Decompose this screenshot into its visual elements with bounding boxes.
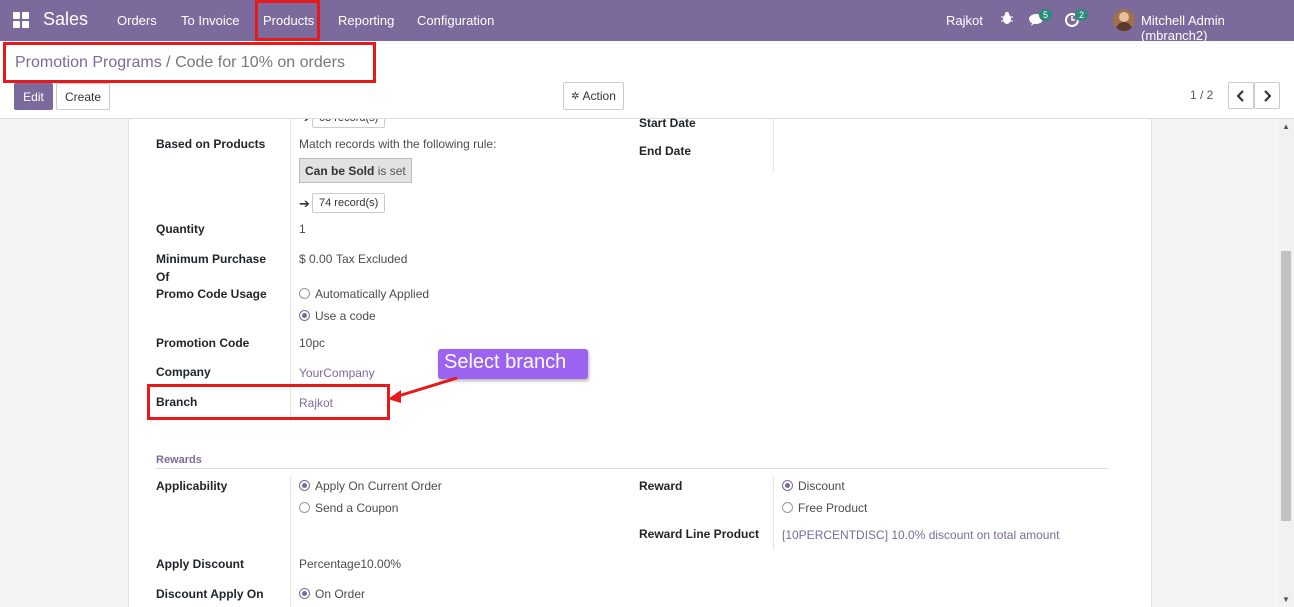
branch-switcher[interactable]: Rajkot [946, 13, 983, 28]
column-divider [290, 119, 291, 421]
apply-discount-value[interactable]: Percentage10.00% [299, 555, 401, 573]
app-title[interactable]: Sales [43, 9, 88, 30]
option-free-product[interactable]: Free Product [798, 499, 867, 517]
option-apply-current-order[interactable]: Apply On Current Order [315, 477, 442, 495]
scroll-down-icon[interactable]: ▼ [1282, 595, 1290, 604]
company-label: Company [156, 365, 211, 379]
messages-icon[interactable]: 5 [1029, 9, 1053, 29]
highlight-branch-field [147, 384, 390, 420]
user-menu[interactable]: Mitchell Admin (mbranch2) [1141, 13, 1294, 43]
reward-line-product-label: Reward Line Product [639, 527, 760, 541]
radio-discount[interactable] [782, 480, 793, 491]
vertical-scrollbar[interactable]: ▲ ▼ [1279, 119, 1294, 607]
edit-button[interactable]: Edit [14, 83, 53, 110]
highlight-breadcrumb [3, 42, 376, 83]
radio-on-order[interactable] [299, 588, 310, 599]
option-use-a-code[interactable]: Use a code [315, 307, 376, 325]
start-date-label: Start Date [639, 116, 696, 128]
menu-to-invoice[interactable]: To Invoice [181, 13, 240, 28]
scrollbar-thumb[interactable] [1281, 251, 1291, 521]
column-divider [773, 476, 774, 550]
reward-label: Reward [639, 479, 683, 493]
promo-code-usage-label: Promo Code Usage [156, 287, 267, 301]
option-on-order[interactable]: On Order [315, 585, 365, 603]
menu-orders[interactable]: Orders [117, 13, 157, 28]
action-button[interactable]: ✲ Action [563, 82, 624, 110]
pager-previous-button[interactable] [1228, 82, 1254, 109]
applicability-label: Applicability [156, 479, 228, 493]
discount-apply-on-label: Discount Apply On [156, 587, 264, 601]
action-label: Action [582, 89, 616, 103]
radio-apply-current-order[interactable] [299, 480, 310, 491]
annotation-arrow-icon [388, 376, 458, 403]
end-date-label: End Date [639, 144, 692, 158]
radio-use-a-code[interactable] [299, 310, 310, 321]
based-on-products-label: Based on Products [156, 137, 266, 151]
select-branch-callout: Select branch [438, 349, 588, 379]
chevron-left-icon [1237, 89, 1244, 102]
highlight-products-menu [255, 0, 320, 41]
pager-next-button[interactable] [1254, 82, 1280, 109]
option-automatically-applied[interactable]: Automatically Applied [315, 285, 429, 303]
chevron-right-icon [1264, 89, 1271, 102]
activities-badge: 2 [1075, 9, 1089, 21]
promotion-code-label: Promotion Code [156, 336, 250, 350]
top-records-button[interactable]: 63 record(s) [312, 119, 386, 128]
radio-send-coupon[interactable] [299, 502, 310, 513]
reward-line-product-link[interactable]: [10PERCENTDISC] 10.0% discount on total … [782, 526, 1059, 544]
rule-tag-field: Can be Sold [305, 164, 375, 178]
radio-free-product[interactable] [782, 502, 793, 513]
arrow-right-icon: ➔ [299, 119, 310, 126]
rule-tag-op: is set [377, 164, 406, 178]
option-discount[interactable]: Discount [798, 477, 845, 495]
user-avatar[interactable] [1113, 9, 1135, 31]
rewards-section-title: Rewards [156, 454, 202, 466]
quantity-label: Quantity [156, 222, 205, 236]
section-separator [156, 468, 1108, 469]
menu-reporting[interactable]: Reporting [338, 13, 394, 28]
promotion-code-value[interactable]: 10pc [299, 334, 325, 352]
menu-configuration[interactable]: Configuration [417, 13, 494, 28]
quantity-value[interactable]: 1 [299, 220, 306, 238]
records-button[interactable]: 74 record(s) [312, 193, 386, 213]
arrow-right-icon: ➔ [299, 196, 310, 211]
top-navbar: Sales Orders To Invoice Products Reporti… [0, 0, 1294, 43]
minimum-purchase-label: Minimum Purchase Of [156, 252, 267, 284]
gear-icon: ✲ [571, 90, 580, 102]
column-divider [290, 476, 291, 607]
create-button[interactable]: Create [56, 83, 110, 110]
apps-grid-icon[interactable] [13, 12, 29, 28]
pager-value[interactable]: 1 / 2 [1190, 88, 1213, 102]
tax-mode[interactable]: Tax Excluded [336, 250, 407, 268]
rule-text: Match records with the following rule: [299, 137, 497, 151]
radio-automatically-applied[interactable] [299, 288, 310, 299]
option-send-coupon[interactable]: Send a Coupon [315, 499, 398, 517]
domain-rule-tag[interactable]: Can be Sold is set [299, 158, 412, 183]
messages-badge: 5 [1039, 9, 1053, 21]
scroll-up-icon[interactable]: ▲ [1282, 122, 1290, 131]
activity-clock-icon[interactable]: 2 [1065, 9, 1089, 30]
company-link[interactable]: YourCompany [299, 364, 375, 382]
apply-discount-label: Apply Discount [156, 557, 245, 571]
bug-icon[interactable] [1001, 11, 1013, 28]
minimum-purchase-value[interactable]: $ 0.00 [299, 250, 332, 268]
